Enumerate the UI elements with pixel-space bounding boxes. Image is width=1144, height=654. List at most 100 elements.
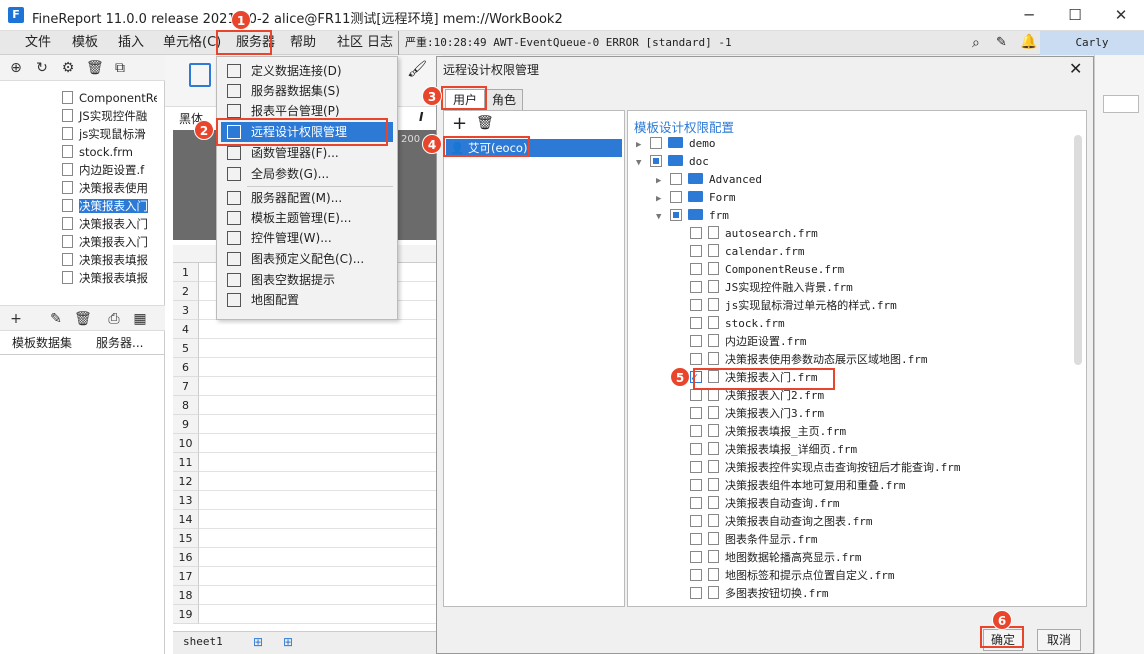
checkbox[interactable] [670,191,682,203]
tree-scrollbar[interactable] [1074,135,1082,365]
checkbox[interactable] [670,173,682,185]
file-item[interactable]: 决策报表使用 [62,179,157,197]
menu-theme-manage[interactable]: 模板主题管理(E)... [221,208,393,228]
file-item[interactable]: 决策报表填报 [62,269,157,287]
checkbox[interactable] [690,443,702,455]
tree-file[interactable]: 决策报表自动查询.frm [636,495,1066,513]
grid-row[interactable] [199,396,442,415]
row-header[interactable]: 11 [173,453,199,472]
tree-file[interactable]: 地图标签和提示点位置自定义.frm [636,567,1066,585]
grid-row[interactable] [199,567,442,586]
checkbox[interactable] [690,425,702,437]
grid-row[interactable] [199,415,442,434]
tree-file[interactable]: calendar.frm [636,243,1066,261]
row-header[interactable]: 9 [173,415,199,434]
grid-row[interactable] [199,605,442,624]
add-sheet-icon[interactable]: ⊞ [253,635,263,649]
checkbox[interactable] [690,479,702,491]
edit-icon[interactable]: ✎ [48,311,64,327]
row-header[interactable]: 4 [173,320,199,339]
new-folder-icon[interactable]: ⊕ [8,60,24,76]
file-item[interactable]: js实现鼠标滑 [62,125,157,143]
user-name[interactable]: Carly [1040,31,1144,55]
row-header[interactable]: 8 [173,396,199,415]
grid-row[interactable] [199,529,442,548]
tree-file[interactable]: 决策报表自动查询之图表.frm [636,513,1066,531]
italic-icon[interactable]: I [419,110,423,124]
tree-file[interactable]: JS实现控件融入背景.frm [636,279,1066,297]
row-header[interactable]: 17 [173,567,199,586]
tree-file[interactable]: autosearch.frm [636,225,1066,243]
grid-row[interactable] [199,377,442,396]
add-icon[interactable]: + [8,311,24,327]
tab-server[interactable]: 服务器... [88,331,151,355]
menu-function-manager[interactable]: 函数管理器(F)... [221,143,393,163]
delete-icon[interactable]: 🗑 [74,311,92,327]
file-item-selected[interactable]: 决策报表入门 [62,197,157,215]
menu-log[interactable]: 日志 [367,31,393,55]
grid-row[interactable] [199,339,442,358]
checkbox[interactable] [690,389,702,401]
row-header[interactable]: 16 [173,548,199,567]
bell-icon[interactable]: 🔔 [1020,34,1037,50]
menu-chart-color[interactable]: 图表预定义配色(C)... [221,249,393,269]
row-header[interactable]: 14 [173,510,199,529]
menu-server-dataset[interactable]: 服务器数据集(S) [221,81,393,101]
chevron-right-icon[interactable]: ▶ [656,172,670,190]
minimize-button[interactable]: ─ [1006,0,1052,31]
maximize-button[interactable]: ☐ [1052,0,1098,31]
row-header[interactable]: 1 [173,263,199,282]
preview-icon[interactable]: ⎙ [106,311,122,327]
tree-file[interactable]: stock.frm [636,315,1066,333]
checkbox[interactable] [690,281,702,293]
row-header[interactable]: 7 [173,377,199,396]
row-header[interactable]: 3 [173,301,199,320]
chevron-down-icon[interactable]: ▼ [656,208,670,226]
row-header[interactable]: 18 [173,586,199,605]
grid-row[interactable] [199,320,442,339]
tree-file[interactable]: 内边距设置.frm [636,333,1066,351]
menu-map-config[interactable]: 地图配置 [221,290,393,310]
chevron-down-icon[interactable]: ▼ [636,154,650,172]
checkbox[interactable] [690,299,702,311]
row-header[interactable]: 5 [173,339,199,358]
row-header[interactable]: 6 [173,358,199,377]
tree-file[interactable]: 决策报表组件本地可复用和重叠.frm [636,477,1066,495]
file-item[interactable]: JS实现控件融 [62,107,157,125]
checkbox[interactable] [690,533,702,545]
row-header[interactable]: 19 [173,605,199,624]
tab-template-dataset[interactable]: 模板数据集 [4,331,80,355]
tree-file[interactable]: 决策报表入门3.frm [636,405,1066,423]
checkbox[interactable] [690,461,702,473]
grid-row[interactable] [199,548,442,567]
delete-icon[interactable]: 🗑 [86,60,104,76]
close-button[interactable]: ✕ [1098,0,1144,31]
checkbox[interactable] [690,551,702,563]
checkbox[interactable] [650,155,662,167]
grid-row[interactable] [199,491,442,510]
menu-community[interactable]: 社区 [337,31,363,55]
grid-row[interactable] [199,453,442,472]
tree-file[interactable]: 决策报表使用参数动态展示区域地图.frm [636,351,1066,369]
tree-folder[interactable]: ▼ doc [636,153,1066,171]
checkbox[interactable] [690,317,702,329]
file-item[interactable]: 内边距设置.f [62,161,157,179]
copy-icon[interactable]: ⧉ [112,60,128,76]
tree-folder[interactable]: ▶ demo [636,135,1066,153]
brush-icon[interactable]: 🖌 [407,59,427,78]
refresh-icon[interactable]: ↻ [34,60,50,76]
file-item[interactable]: 决策报表入门 [62,233,157,251]
chevron-right-icon[interactable]: ▶ [656,190,670,208]
grid-row[interactable] [199,434,442,453]
menu-widget-manage[interactable]: 控件管理(W)... [221,228,393,248]
edit-icon[interactable]: ✎ [996,35,1007,50]
menu-chart-empty[interactable]: 图表空数据提示 [221,270,393,290]
tree-folder[interactable]: ▶ Advanced [636,171,1066,189]
checkbox[interactable] [690,497,702,509]
tree-folder[interactable]: ▼ frm [636,207,1066,225]
menu-server-config[interactable]: 服务器配置(M)... [221,188,393,208]
menu-help[interactable]: 帮助 [290,31,316,55]
tree-file[interactable]: ComponentReuse.frm [636,261,1066,279]
tab-sheet1[interactable]: sheet1 [183,635,223,648]
checkbox[interactable] [690,407,702,419]
